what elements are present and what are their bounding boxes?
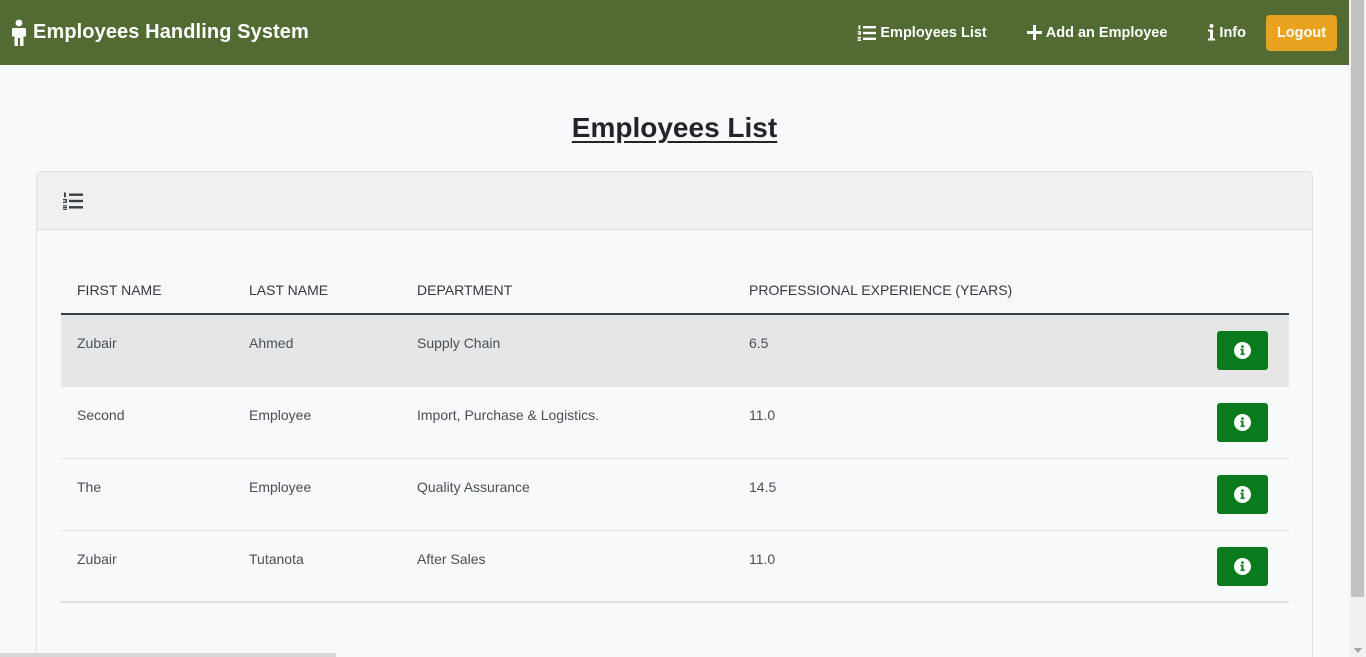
page-title: Employees List [571, 112, 778, 143]
table-header: FIRST NAME LAST NAME DEPARTMENT PROFESSI… [61, 266, 1289, 315]
employee-info-button[interactable] [1217, 547, 1268, 586]
header-experience: PROFESSIONAL EXPERIENCE (YEARS) [749, 282, 1013, 298]
employee-info-button[interactable] [1217, 331, 1268, 370]
person-icon [10, 19, 28, 47]
cell-experience: 11.0 [749, 551, 776, 567]
nav-employees-list-label: Employees List [880, 24, 987, 41]
cell-experience: 6.5 [749, 335, 769, 351]
cell-department: Quality Assurance [417, 479, 530, 495]
header-first-name: FIRST NAME [77, 282, 162, 298]
cell-first-name: Second [77, 407, 125, 423]
nav-links: Employees List Add an Employee Info Logo… [857, 0, 1337, 65]
cell-last-name: Ahmed [249, 335, 294, 351]
logout-button[interactable]: Logout [1266, 14, 1337, 51]
list-ol-icon [857, 24, 877, 41]
nav-add-employee[interactable]: Add an Employee [1026, 24, 1168, 41]
cell-last-name: Employee [249, 407, 312, 423]
cell-department: Import, Purchase & Logistics. [417, 407, 600, 423]
nav-employees-list[interactable]: Employees List [857, 24, 987, 41]
cell-experience: 11.0 [749, 407, 776, 423]
info-icon [1208, 24, 1216, 41]
nav-info[interactable]: Info [1207, 24, 1246, 41]
cell-department: Supply Chain [417, 335, 501, 351]
scroll-down-arrow-icon[interactable] [1354, 648, 1362, 653]
cell-first-name: Zubair [77, 551, 117, 567]
scrollbar[interactable] [1349, 0, 1366, 657]
table-row[interactable]: Zubair Ahmed Supply Chain 6.5 [61, 315, 1289, 387]
info-circle-icon [1234, 486, 1251, 503]
header-department: DEPARTMENT [417, 282, 513, 298]
employees-table: FIRST NAME LAST NAME DEPARTMENT PROFESSI… [61, 266, 1289, 603]
info-circle-icon [1234, 414, 1251, 431]
table-row[interactable]: Second Employee Import, Purchase & Logis… [61, 387, 1289, 459]
info-circle-icon [1234, 558, 1251, 575]
app-title: Employees Handling System [33, 21, 309, 43]
header-last-name: LAST NAME [249, 282, 329, 298]
table-row[interactable]: Zubair Tutanota After Sales 11.0 [61, 531, 1289, 603]
list-ol-icon [63, 192, 83, 210]
horizontal-scrollbar-thumb[interactable] [0, 653, 336, 657]
cell-department: After Sales [417, 551, 486, 567]
cell-first-name: The [77, 479, 102, 495]
employees-card: FIRST NAME LAST NAME DEPARTMENT PROFESSI… [36, 171, 1313, 657]
brand[interactable]: Employees Handling System [10, 19, 309, 47]
scrollbar-thumb[interactable] [1351, 0, 1364, 597]
employee-info-button[interactable] [1217, 403, 1268, 442]
cell-last-name: Tutanota [249, 551, 304, 567]
cell-experience: 14.5 [749, 479, 777, 495]
nav-info-label: Info [1219, 24, 1246, 41]
top-navbar: Employees Handling System Employees List [0, 0, 1349, 65]
cell-last-name: Employee [249, 479, 312, 495]
plus-icon [1026, 25, 1042, 40]
nav-add-employee-label: Add an Employee [1045, 24, 1168, 41]
info-circle-icon [1234, 342, 1251, 359]
employee-info-button[interactable] [1217, 475, 1268, 514]
table-row[interactable]: The Employee Quality Assurance 14.5 [61, 459, 1289, 531]
card-header [37, 172, 1312, 230]
cell-first-name: Zubair [77, 335, 117, 351]
